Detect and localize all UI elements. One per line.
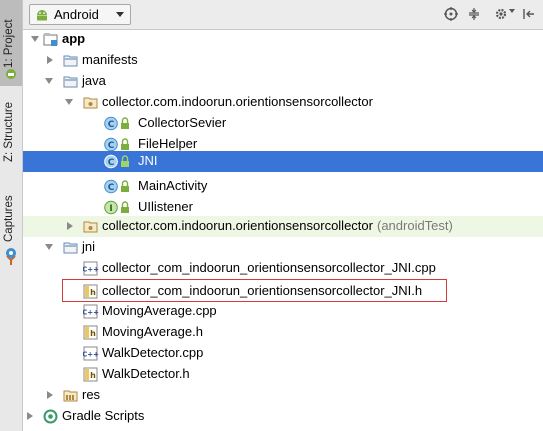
svg-text:C++: C++: [83, 309, 99, 317]
tree-node-package[interactable]: collector.com.indoorun.orientionsensorco…: [23, 92, 543, 113]
svg-text:I: I: [109, 204, 112, 214]
project-tab[interactable]: 1: Project: [0, 0, 22, 86]
svg-text:h: h: [90, 329, 96, 338]
lock-icon: [121, 117, 129, 129]
package-icon: [83, 97, 98, 109]
lock-icon: [121, 201, 129, 213]
class-icon: C: [104, 137, 118, 152]
package-icon: [83, 221, 98, 233]
h-file-icon: h: [83, 367, 98, 382]
tree-node-file[interactable]: C++ collector_com_indoorun_orientionsens…: [23, 258, 543, 279]
android-project-icon: [6, 69, 16, 79]
project-toolbar: Android: [23, 0, 543, 30]
expand-arrow-icon[interactable]: [45, 78, 53, 84]
tree-label: WalkDetector.cpp: [102, 345, 204, 360]
tree-node-class-selected[interactable]: C JNI: [23, 151, 543, 172]
tree-node-app[interactable]: app: [23, 29, 543, 50]
svg-text:C: C: [108, 158, 115, 168]
project-tree: app manifests java collector.com.indooru…: [23, 29, 543, 431]
tree-node-file[interactable]: C++ MovingAverage.cpp: [23, 301, 543, 322]
structure-tab-label: Z: Structure: [3, 101, 15, 162]
tool-window-strip: 1: Project Z: Structure Captures: [0, 0, 23, 431]
tree-node-package-androidtest[interactable]: collector.com.indoorun.orientionsensorco…: [23, 216, 543, 237]
tree-node-file[interactable]: C++ WalkDetector.cpp: [23, 343, 543, 364]
tree-node-java[interactable]: java: [23, 71, 543, 92]
tree-label: manifests: [82, 52, 138, 67]
tree-label: collector_com_indoorun_orientionsensorco…: [102, 260, 436, 275]
h-file-icon: h: [83, 325, 98, 340]
tree-label: Gradle Scripts: [62, 408, 145, 423]
svg-text:C: C: [108, 183, 115, 193]
view-mode-label: Android: [54, 7, 99, 22]
captures-tab[interactable]: Captures: [0, 190, 22, 260]
chevron-down-icon: [116, 12, 124, 17]
tree-node-gradle-scripts[interactable]: Gradle Scripts: [23, 406, 543, 427]
target-icon[interactable]: [444, 7, 458, 21]
tree-node-file[interactable]: h MovingAverage.h: [23, 322, 543, 343]
tree-label: MovingAverage.h: [102, 324, 203, 339]
tree-label: collector.com.indoorun.orientionsensorco…: [102, 94, 373, 109]
expand-arrow-icon[interactable]: [65, 99, 73, 105]
module-icon: [43, 33, 58, 46]
gear-dropdown-chevron-icon[interactable]: [509, 9, 515, 13]
captures-icon: [6, 248, 16, 258]
annotation-box: [62, 279, 447, 302]
collapse-arrow-icon[interactable]: [27, 412, 33, 420]
res-folder-icon: [63, 390, 78, 402]
captures-tab-label: Captures: [3, 195, 15, 242]
hide-icon[interactable]: [522, 7, 536, 21]
lock-icon: [121, 180, 129, 192]
structure-tab[interactable]: Z: Structure: [0, 90, 22, 265]
gradle-icon: [43, 409, 58, 424]
source-set-suffix: (androidTest): [376, 218, 453, 233]
tree-label: FileHelper: [138, 136, 198, 151]
cpp-file-icon: C++: [83, 346, 99, 361]
tree-label: MovingAverage.cpp: [102, 303, 217, 318]
project-tab-label: 1: Project: [3, 19, 15, 68]
collapse-arrow-icon[interactable]: [47, 391, 53, 399]
svg-text:C: C: [108, 120, 115, 130]
tree-label: JNI: [138, 153, 158, 168]
tree-node-interface[interactable]: I UIlistener: [23, 197, 543, 218]
class-icon: C: [104, 179, 118, 194]
tree-label: MainActivity: [138, 178, 208, 193]
class-icon: C: [104, 154, 118, 169]
svg-text:C++: C++: [83, 351, 99, 359]
expand-arrow-icon[interactable]: [45, 244, 53, 250]
expand-arrow-icon[interactable]: [31, 36, 39, 42]
tree-label: java: [82, 73, 106, 88]
svg-text:C: C: [108, 141, 115, 151]
cpp-file-icon: C++: [83, 304, 99, 319]
tree-node-class[interactable]: C MainActivity: [23, 176, 543, 197]
tree-node-manifests[interactable]: manifests: [23, 50, 543, 71]
tree-label: CollectorSevier: [138, 115, 227, 130]
tree-label: res: [82, 387, 101, 402]
gear-icon[interactable]: [494, 7, 508, 21]
folder-icon: [63, 55, 78, 67]
lock-icon: [121, 138, 129, 150]
collapse-icon[interactable]: [467, 7, 481, 21]
folder-icon: [63, 76, 78, 88]
svg-text:h: h: [90, 371, 96, 380]
tree-label: WalkDetector.h: [102, 366, 190, 381]
class-icon: C: [104, 116, 118, 131]
android-icon: [37, 10, 47, 21]
collapse-arrow-icon[interactable]: [47, 56, 53, 64]
tree-label: UIlistener: [138, 199, 193, 214]
tree-label: app: [62, 31, 86, 46]
folder-icon: [63, 242, 78, 254]
tree-node-class[interactable]: C CollectorSevier: [23, 113, 543, 134]
tree-node-res[interactable]: res: [23, 385, 543, 406]
lock-icon: [121, 155, 129, 167]
tree-label: jni: [82, 239, 96, 254]
cpp-file-icon: C++: [83, 261, 99, 276]
svg-text:C++: C++: [83, 266, 99, 274]
tree-node-file[interactable]: h WalkDetector.h: [23, 364, 543, 385]
tree-node-jni[interactable]: jni: [23, 237, 543, 258]
interface-icon: I: [104, 200, 118, 215]
view-mode-dropdown[interactable]: Android: [29, 4, 131, 25]
tree-label: collector.com.indoorun.orientionsensorco…: [102, 218, 373, 233]
collapse-arrow-icon[interactable]: [67, 222, 73, 230]
